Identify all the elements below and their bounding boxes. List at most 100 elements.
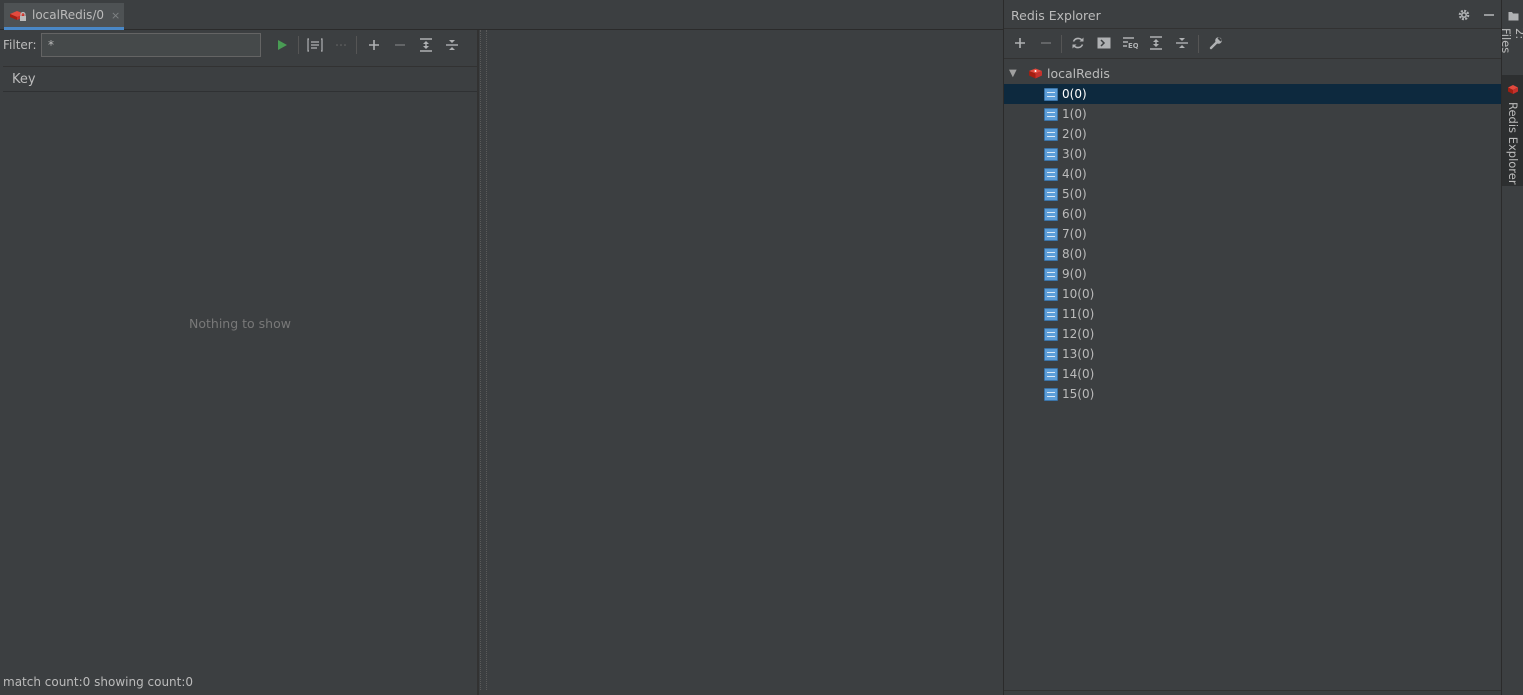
- database-label: 1(0): [1062, 107, 1087, 121]
- tree-item-database[interactable]: 6(0): [1004, 204, 1502, 224]
- connection-tree[interactable]: ▼ localRedis 0(0) 1(0) 2(0) 3(0) 4(0) 5(0) 6(0…: [1004, 63, 1502, 693]
- database-label: 3(0): [1062, 147, 1087, 161]
- database-label: 12(0): [1062, 327, 1095, 341]
- console-icon[interactable]: [1094, 33, 1114, 53]
- explorer-title: Redis Explorer: [1011, 8, 1101, 23]
- folder-icon: [1508, 10, 1519, 24]
- panel-divider: [477, 30, 479, 695]
- tree-item-database[interactable]: 8(0): [1004, 244, 1502, 264]
- empty-state-text: Nothing to show: [189, 316, 291, 331]
- tree-item-database[interactable]: 4(0): [1004, 164, 1502, 184]
- key-column-label: Key: [12, 71, 36, 87]
- tree-item-database[interactable]: 14(0): [1004, 364, 1502, 384]
- tree-item-database[interactable]: 2(0): [1004, 124, 1502, 144]
- tab-localredis-0[interactable]: localRedis/0 ×: [4, 3, 124, 30]
- status-text: match count:0 showing count:0: [3, 675, 194, 689]
- database-icon: [1044, 187, 1058, 201]
- database-label: 10(0): [1062, 287, 1095, 301]
- close-icon[interactable]: ×: [111, 9, 120, 22]
- database-icon: [1044, 327, 1058, 341]
- keys-panel: Filter: Key Nothing to show: [0, 30, 479, 695]
- filter-label: Filter:: [3, 38, 37, 52]
- wrench-icon[interactable]: [1206, 33, 1226, 53]
- tree-item-database[interactable]: 11(0): [1004, 304, 1502, 324]
- database-label: 11(0): [1062, 307, 1095, 321]
- run-icon[interactable]: [272, 35, 292, 55]
- tool-window-stripe: 2: Files Redis Explorer: [1499, 0, 1523, 695]
- database-label: 0(0): [1062, 87, 1087, 101]
- database-icon: [1044, 227, 1058, 241]
- files-tool-button[interactable]: 2: Files: [1499, 6, 1523, 66]
- database-label: 5(0): [1062, 187, 1087, 201]
- redis-icon: [9, 8, 27, 22]
- tree-item-database[interactable]: 0(0): [1004, 84, 1502, 104]
- view-keys-icon[interactable]: [305, 35, 325, 55]
- toolbar-separator: [1061, 35, 1062, 53]
- database-icon: [1044, 267, 1058, 281]
- collapse-all-icon[interactable]: [442, 35, 462, 55]
- database-icon: [1044, 287, 1058, 301]
- database-icon: [1044, 127, 1058, 141]
- database-label: 13(0): [1062, 347, 1095, 361]
- database-label: 9(0): [1062, 267, 1087, 281]
- explorer-header: Redis Explorer: [1004, 0, 1502, 29]
- database-icon: [1044, 367, 1058, 381]
- database-icon: [1044, 247, 1058, 261]
- database-label: 8(0): [1062, 247, 1087, 261]
- tree-item-database[interactable]: 13(0): [1004, 344, 1502, 364]
- gear-icon[interactable]: [1454, 5, 1474, 25]
- key-column-header[interactable]: Key: [3, 67, 477, 92]
- redis-explorer-window: Redis Explorer EQ ▼ localRedis 0(0) 1(0)…: [1003, 0, 1502, 695]
- toolbar-separator: [1198, 35, 1199, 53]
- database-label: 4(0): [1062, 167, 1087, 181]
- tree-item-database[interactable]: 12(0): [1004, 324, 1502, 344]
- redis-icon: [1507, 84, 1519, 98]
- more-icon[interactable]: [331, 35, 351, 55]
- value-panel: [488, 30, 1003, 695]
- database-label: 6(0): [1062, 207, 1087, 221]
- expand-arrow-icon[interactable]: ▼: [1009, 68, 1021, 79]
- svg-text:EQ: EQ: [1128, 42, 1138, 50]
- tree-item-database[interactable]: 10(0): [1004, 284, 1502, 304]
- editor-tab-strip: localRedis/0 ×: [0, 0, 1003, 30]
- filter-input[interactable]: [41, 33, 261, 57]
- tree-item-database[interactable]: 5(0): [1004, 184, 1502, 204]
- add-icon[interactable]: [364, 35, 384, 55]
- database-icon: [1044, 387, 1058, 401]
- remove-connection-icon[interactable]: [1036, 33, 1056, 53]
- redis-explorer-tool-label: Redis Explorer: [1506, 102, 1520, 185]
- files-tool-label: 2: Files: [1499, 28, 1523, 54]
- connection-label: localRedis: [1047, 65, 1110, 81]
- tree-item-database[interactable]: 1(0): [1004, 104, 1502, 124]
- collapse-all-icon[interactable]: [1172, 33, 1192, 53]
- query-icon[interactable]: EQ: [1120, 33, 1140, 53]
- explorer-toolbar: EQ: [1004, 29, 1502, 59]
- tree-root-localredis[interactable]: ▼ localRedis: [1004, 63, 1502, 83]
- filter-toolbar: Filter:: [0, 30, 479, 65]
- expand-all-icon[interactable]: [416, 35, 436, 55]
- tab-label: localRedis/0: [32, 8, 105, 22]
- panel-splitter[interactable]: [480, 30, 487, 690]
- refresh-icon[interactable]: [1068, 33, 1088, 53]
- add-connection-icon[interactable]: [1010, 33, 1030, 53]
- tree-item-database[interactable]: 15(0): [1004, 384, 1502, 404]
- explorer-bottom-border: [1004, 690, 1502, 695]
- redis-explorer-tool-button[interactable]: Redis Explorer: [1502, 75, 1523, 186]
- redis-icon: [1028, 67, 1043, 80]
- database-icon: [1044, 87, 1058, 101]
- database-icon: [1044, 167, 1058, 181]
- database-icon: [1044, 347, 1058, 361]
- database-label: 15(0): [1062, 387, 1095, 401]
- database-icon: [1044, 207, 1058, 221]
- expand-all-icon[interactable]: [1146, 33, 1166, 53]
- database-icon: [1044, 307, 1058, 321]
- tree-item-database[interactable]: 3(0): [1004, 144, 1502, 164]
- database-label: 14(0): [1062, 367, 1095, 381]
- key-table[interactable]: Key Nothing to show: [3, 66, 477, 668]
- tree-item-database[interactable]: 9(0): [1004, 264, 1502, 284]
- tree-item-database[interactable]: 7(0): [1004, 224, 1502, 244]
- database-label: 2(0): [1062, 127, 1087, 141]
- remove-icon[interactable]: [390, 35, 410, 55]
- database-icon: [1044, 147, 1058, 161]
- minimize-icon[interactable]: [1479, 5, 1499, 25]
